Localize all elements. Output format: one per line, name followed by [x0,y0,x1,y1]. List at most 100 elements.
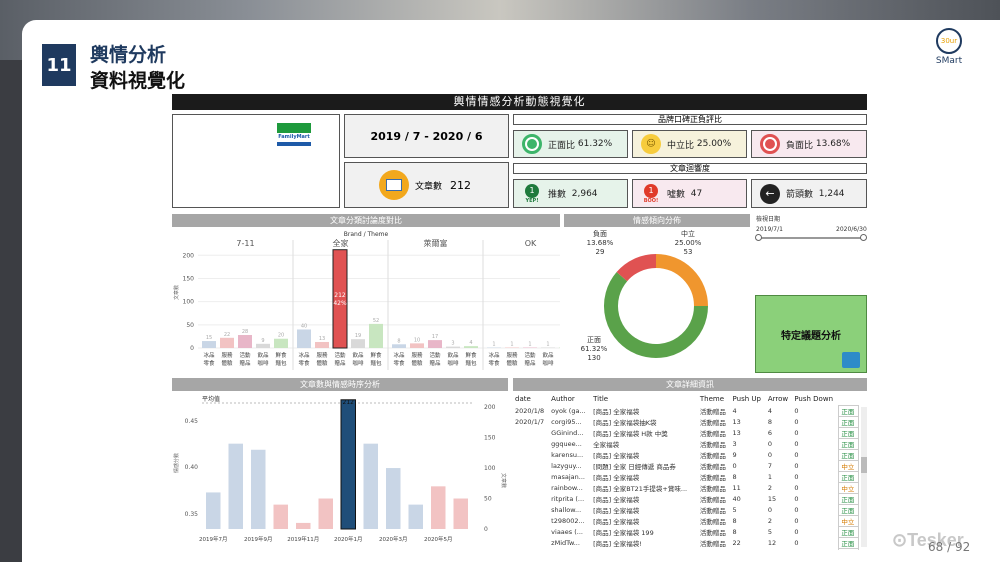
bar-value-label: 15 [206,335,212,341]
table-row[interactable]: ggquee... 全家福袋 活動贈品 3 0 0 正面 [513,437,859,450]
table-cell: 正面 [838,492,859,505]
table-cell: 13 [732,428,741,437]
table-cell: 0 [794,472,799,481]
table-cell: 13 [732,417,741,426]
table-header-cell[interactable] [839,393,859,405]
bar-category-label: 冰品 [298,351,310,359]
bar-brand-label: 萊爾富 [424,238,448,248]
donut-pct: 13.68% [587,239,614,247]
table-cell: [商品] 全家福袋 [593,473,640,482]
smart-logo: 30ur SMart [930,28,968,84]
table-cell: masajan... [551,472,585,481]
bar-mark [464,346,478,348]
date-range: 2019 / 7 - 2020 / 6 [344,114,509,158]
table-cell: t298002... [551,516,585,525]
bar-mark [410,343,424,348]
trend-bar [228,443,243,529]
table-row[interactable]: masajan... [商品] 全家福袋 活動贈品 8 1 0 正面 [513,470,859,483]
special-topic-button[interactable]: 特定議題分析 [755,295,867,373]
table-row[interactable]: shallow... [商品] 全家福袋 活動贈品 5 0 0 正面 [513,503,859,516]
table-header-cell[interactable]: date [513,393,549,405]
table-row[interactable]: Zodelyst...[問題] 請問全家-遠企控福袋活動贈品500正面 [513,547,859,551]
bar-mark [274,338,288,348]
table-cell: 中立 [838,481,859,494]
table-header-cell[interactable]: Push Up [731,393,766,405]
bar-mark [297,329,311,348]
table-row[interactable]: GGinind... [商品] 全家福袋 H款 中獎 活動贈品 13 6 0 正面 [513,426,859,439]
people-icon [842,352,860,368]
trend-ytick-right: 0 [484,526,488,533]
table-cell: [商品] 全家BT21手提袋+賞味... [593,484,688,493]
table-cell: [商品] 全家福袋 [593,506,640,515]
table-row[interactable]: karensu... [商品] 全家福袋 活動贈品 9 0 0 正面 [513,448,859,461]
trend-xtick: 2020年1月 [334,535,363,543]
donut-label: 負面 [593,230,607,238]
table-cell: 0 [766,548,792,551]
table-cell [513,548,549,550]
bar-category-label: 贈品 [429,359,441,367]
table-row[interactable]: lazyguy... [問題] 全家 日經傳遞 商品券 活動贈品 0 7 0 中立 [513,459,859,472]
bar-category-label: 咖啡 [257,359,269,367]
date-slider[interactable] [755,234,867,241]
negative-value: 13.68% [815,139,851,149]
table-row[interactable]: 2020/1/7 corgi95... [商品] 全家福袋抽K袋 活動贈品 13 8 0 正面 [513,415,859,428]
trend-bar [206,492,221,529]
table-row[interactable]: 2020/1/8 oyok (ga... [商品] 全家福袋 活動贈品 4 4 0 正面 [513,404,859,417]
table-cell: 正面 [838,426,859,439]
table-cell: [問題] 全家 日經傳遞 商品券 [593,462,676,471]
table-cell: 0 [794,417,799,426]
table-cell: 0 [767,450,773,459]
bar-category-label: 麵包 [465,359,477,367]
bar-category-label: 贈品 [334,359,346,367]
table-cell: 9 [732,450,737,459]
bar-category-label: 咖啡 [542,359,554,367]
negative-card: 負面比 13.68% [751,130,867,158]
table-cell: 11 [732,483,741,492]
detail-section-header: 文章詳細資訊 [513,378,867,391]
table-cell: 中立 [838,514,859,527]
bar-category-label: 冰品 [488,351,500,359]
table-cell: 8 [732,472,737,481]
table-scrollbar[interactable] [861,407,867,547]
slide-subtitle: 資料視覺化 [90,70,186,92]
trend-bar [318,498,333,529]
table-header-cell[interactable]: Push Down [792,393,839,405]
table-header-cell[interactable]: Author [549,393,591,405]
bar-category-label: 零食 [393,359,405,367]
boo-value: 47 [690,188,703,199]
negative-icon [760,134,780,154]
table-cell: 活動贈品 [699,495,726,504]
table-cell: [商品] 全家福袋 [593,451,640,460]
table-header-cell[interactable]: Title [591,393,698,405]
logo-text: SMart [935,56,963,66]
bar-mark [351,339,365,348]
table-row[interactable]: t298002... [商品] 全家福袋 活動贈品 8 2 0 中立 [513,514,859,527]
table-row[interactable]: viaaes (... [商品] 全家福袋 199 活動贈品 8 5 0 正面 [513,525,859,538]
table-cell: zMidTw... [551,538,580,547]
bar-category-label: 麵包 [275,359,287,367]
table-header-cell[interactable]: Theme [698,393,731,405]
table-cell: oyok (ga... [551,406,586,415]
table-cell: 0 [794,516,799,525]
table-row[interactable]: zMidTw... [商品] 全家福袋! 活動贈品 22 12 0 正面 [513,536,859,549]
trend-ytick-left: 0.40 [185,464,199,471]
table-header-cell[interactable]: Arrow [766,393,792,405]
bar-brand-label: OK [525,239,537,248]
table-cell: [商品] 全家福袋 199 [593,528,654,537]
table-cell: 活動贈品 [699,506,726,515]
neutral-card: ☺ 中立比 25.00% [632,130,747,158]
table-cell: 5 [767,527,773,536]
slider-handle-start[interactable] [755,234,762,241]
brand-logo-card[interactable]: FamilyMart [172,114,340,208]
bar-highlight-pct: 42% [333,300,347,307]
bar-mark [220,337,234,348]
slider-handle-end[interactable] [860,234,867,241]
table-cell: 2020/1/7 [515,417,545,426]
bar-category-label: 零食 [203,359,215,367]
table-row[interactable]: rainbow... [商品] 全家BT21手提袋+賞味... 活動贈品 11 2 0 中立 [513,481,859,494]
table-cell: 0 [794,439,799,448]
bar-value-label: 52 [373,318,379,324]
table-cell: [問題] 請問全家-遠企控福袋 [591,548,698,550]
table-row[interactable]: ritprita (... [商品] 全家福袋 活動贈品 40 15 0 正面 [513,492,859,505]
trend-xtick: 2019年7月 [199,535,228,543]
